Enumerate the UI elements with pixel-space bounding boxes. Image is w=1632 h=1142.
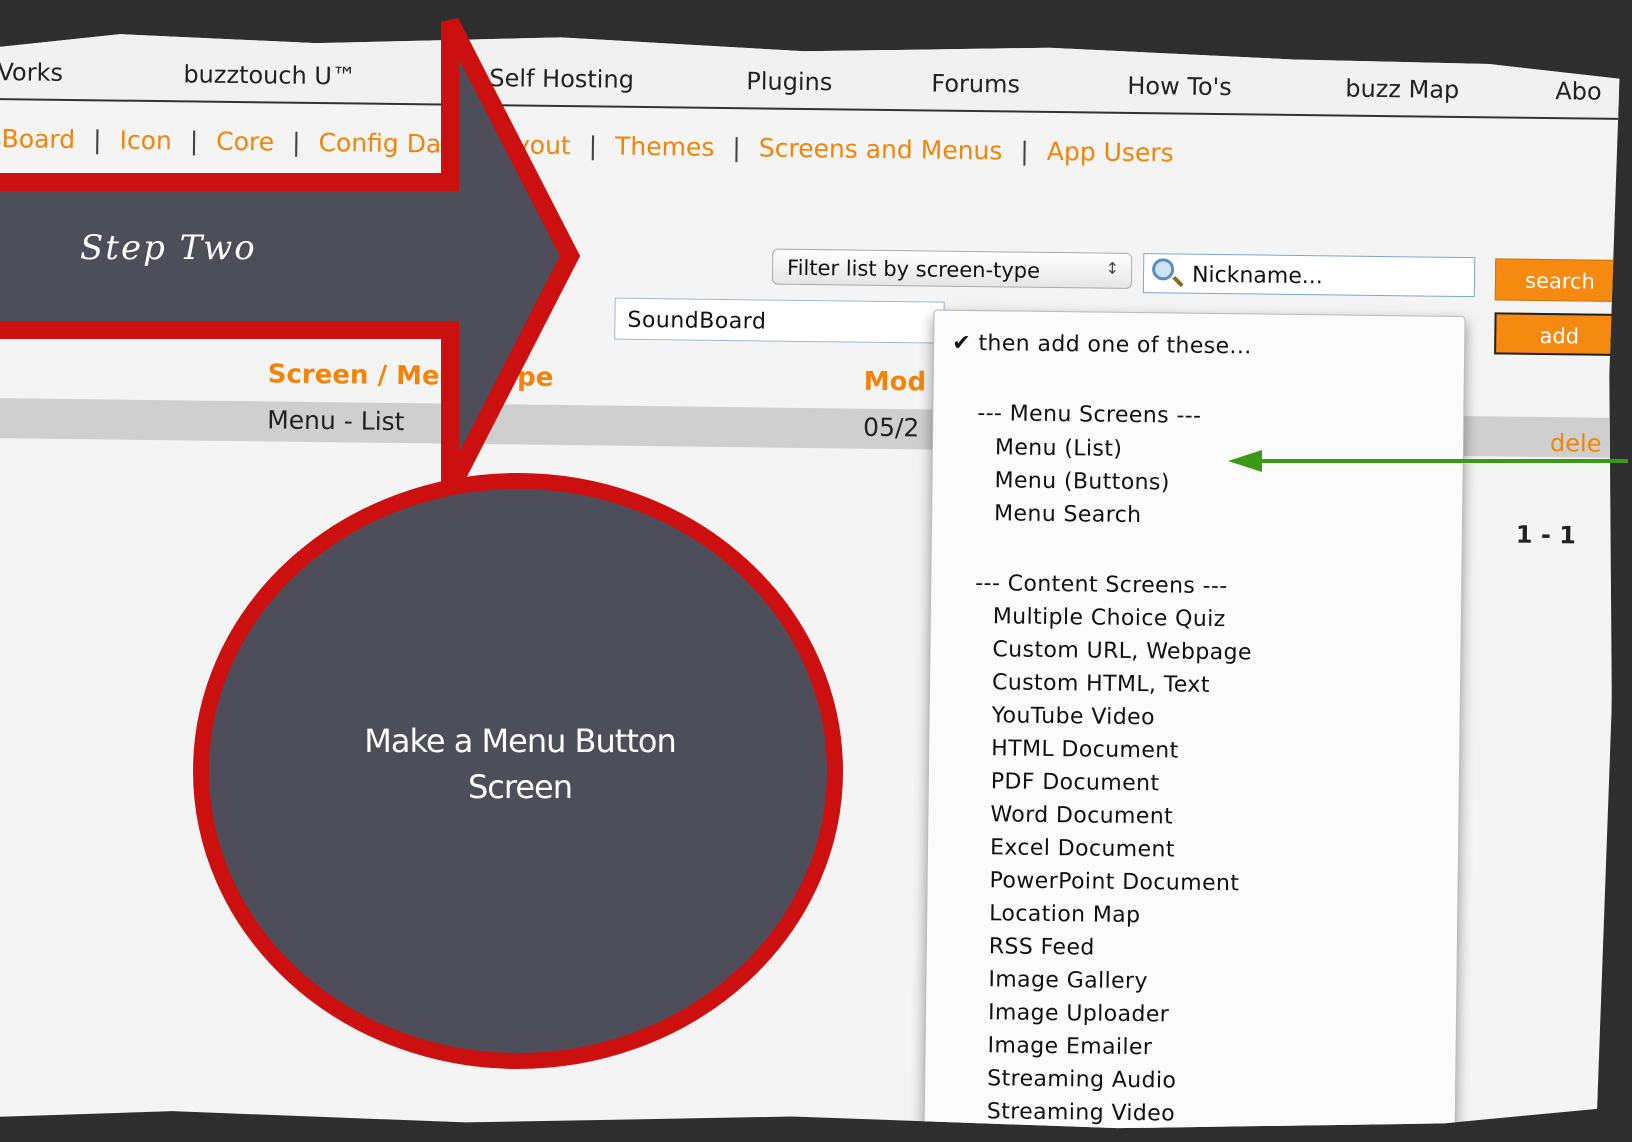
step-label: Step Two: [80, 228, 257, 268]
pointer-arrow-icon: [1228, 450, 1628, 472]
callout-circle-text: Make a Menu Button Screen: [364, 722, 676, 806]
annotation-overlay: [0, 17, 843, 1069]
screenshot-frame: Vorks buzztouch U™ Self Hosting Plugins …: [0, 0, 1632, 1142]
